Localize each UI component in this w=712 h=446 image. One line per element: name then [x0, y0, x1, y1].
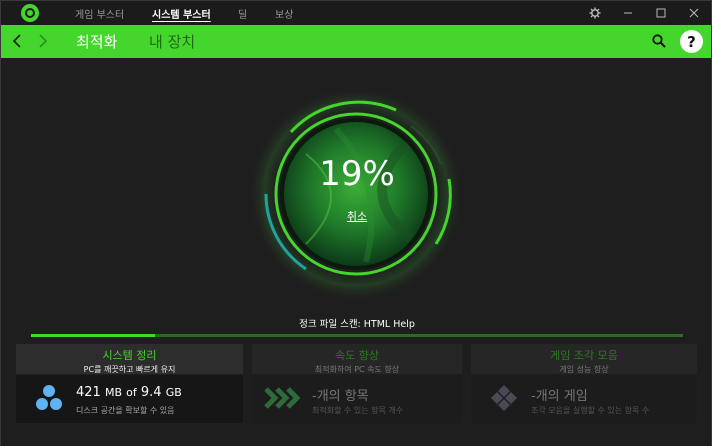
cancel-link[interactable]: 취소: [1, 208, 712, 224]
tab-rewards[interactable]: 보상: [275, 6, 293, 21]
bubbles-icon: [34, 383, 64, 413]
cleanup-size: 421 MB of 9.4 GB: [76, 385, 182, 400]
defrag-games-count: -개의 게임: [531, 389, 588, 404]
main-panel: 19% 취소 정크 파일 스캔: HTML Help 시스템 정리 PC를 깨끗…: [1, 58, 711, 446]
minimize-icon[interactable]: [619, 4, 637, 22]
chevrons-icon: [264, 383, 301, 413]
card-description: 디스크 공간을 확보할 수 있음: [76, 406, 175, 415]
card-subtitle: 게임 성능 향상: [559, 365, 609, 374]
maximize-icon[interactable]: [652, 4, 670, 22]
app-logo-icon: [21, 4, 39, 22]
card-title: 속도 향상: [335, 349, 379, 362]
search-icon[interactable]: [649, 31, 669, 51]
close-icon[interactable]: [685, 4, 703, 22]
card-title: 시스템 정리: [102, 349, 157, 362]
back-arrow-icon[interactable]: [9, 31, 25, 51]
card-description: 최적화할 수 있는 항목 개수: [312, 406, 404, 415]
scan-dial: [246, 84, 466, 304]
game-defrag-card[interactable]: 게임 조각 모음 게임 성능 향상 -개의 게임 조각 모음을 실행할 수 있는…: [471, 344, 697, 423]
nav-bar: 최적화 내 장치 ?: [1, 25, 711, 58]
tab-deals[interactable]: 딜: [238, 6, 247, 21]
scan-progress-fill: [31, 334, 155, 337]
scan-percent: 19%: [319, 154, 395, 194]
scan-status-text: 정크 파일 스캔: HTML Help: [299, 319, 415, 330]
card-subtitle: PC를 깨끗하고 빠르게 유지: [83, 365, 176, 374]
app-window: 게임 부스터 시스템 부스터 딜 보상 최적화 내 장치 ? 19% 취소 정크…: [0, 0, 712, 446]
tab-my-devices[interactable]: 내 장치: [149, 31, 195, 52]
card-title: 게임 조각 모음: [550, 349, 618, 362]
help-button[interactable]: ?: [680, 30, 703, 53]
forward-arrow-icon[interactable]: [35, 31, 51, 51]
system-cleanup-card[interactable]: 시스템 정리 PC를 깨끗하고 빠르게 유지 421 MB of 9.4 GB …: [16, 344, 243, 423]
card-subtitle: 최적화하여 PC 속도 향상: [314, 365, 400, 374]
scan-progress-bar: [31, 334, 683, 337]
tab-optimize[interactable]: 최적화: [76, 31, 117, 52]
speed-up-card[interactable]: 속도 향상 최적화하여 PC 속도 향상 -개의 항목 최적화할 수 있는 항목…: [252, 344, 462, 423]
diamonds-icon: [489, 383, 519, 413]
title-bar: 게임 부스터 시스템 부스터 딜 보상: [1, 1, 711, 25]
gear-icon[interactable]: [586, 4, 604, 22]
tab-system-booster[interactable]: 시스템 부스터: [152, 6, 211, 21]
tab-game-booster[interactable]: 게임 부스터: [75, 6, 124, 21]
card-description: 조각 모음을 실행할 수 있는 항목 수: [531, 406, 650, 415]
speed-items-count: -개의 항목: [312, 389, 369, 404]
